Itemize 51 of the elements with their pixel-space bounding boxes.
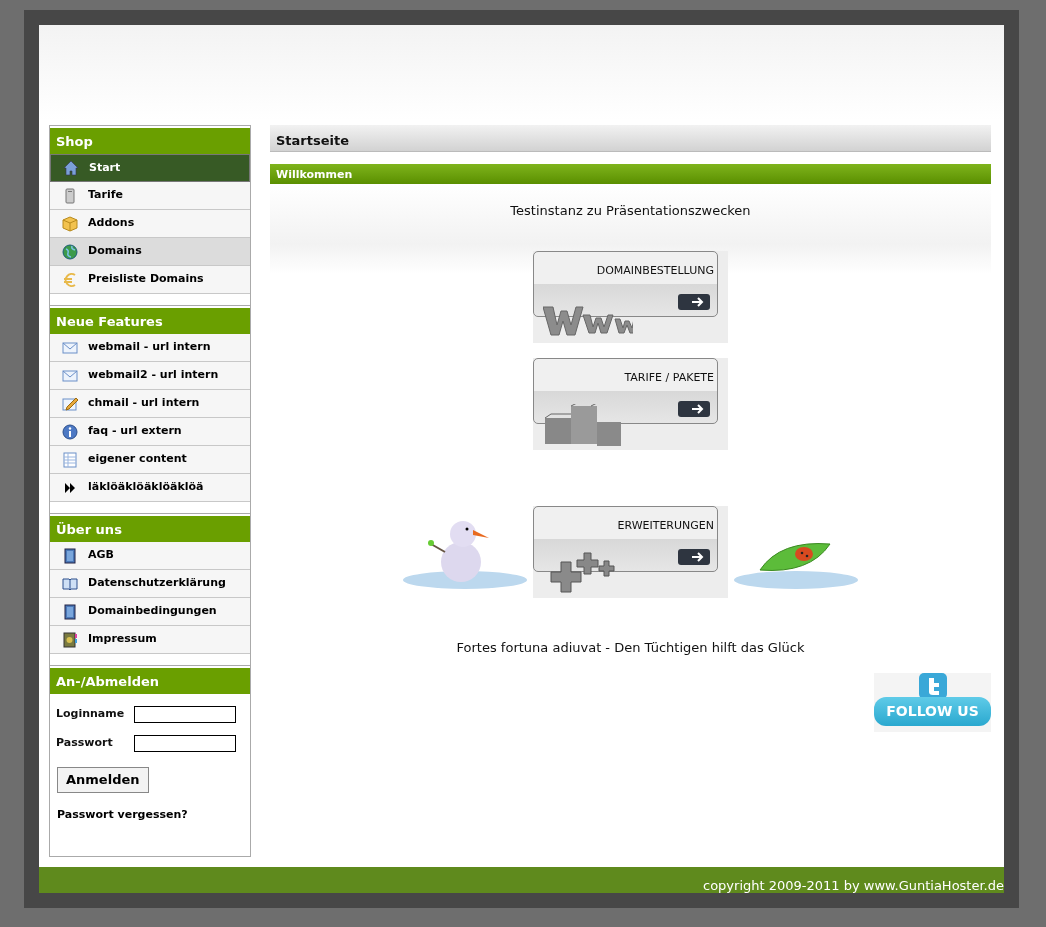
section-heading: An-/Abmelden xyxy=(50,666,250,694)
login-button[interactable]: Anmelden xyxy=(57,767,149,793)
menu-item[interactable]: Datenschutzerklärung xyxy=(50,570,250,598)
info-icon xyxy=(62,423,78,440)
menu-item[interactable]: Domains xyxy=(50,238,250,266)
home-icon xyxy=(63,160,79,176)
book-icon xyxy=(62,547,78,564)
field-label: Loginname xyxy=(56,706,126,723)
input-field[interactable] xyxy=(134,735,236,752)
menu-item[interactable]: Tarife xyxy=(50,182,250,210)
server-icon xyxy=(62,187,78,204)
banner-link[interactable]: ERWEITERUNGEN xyxy=(533,505,728,598)
menu-item[interactable]: Impressum xyxy=(50,626,250,654)
menu-item[interactable]: Addons xyxy=(50,210,250,238)
banner-link[interactable]: TARIFE / PAKETE xyxy=(533,357,728,450)
banner-label: TARIFE / PAKETE xyxy=(624,369,714,386)
banner-label: ERWEITERUNGEN xyxy=(617,517,714,534)
envelope-icon xyxy=(62,367,78,384)
menu-item[interactable]: eigener content xyxy=(50,446,250,474)
menu-item[interactable]: läklöäklöäklöäklöä xyxy=(50,474,250,502)
field-label: Passwort xyxy=(56,735,114,752)
envelope-icon xyxy=(62,339,78,356)
forgot-password-link[interactable]: Passwort vergessen? xyxy=(57,806,188,823)
menu-item[interactable]: chmail - url intern xyxy=(50,390,250,418)
menu-item[interactable]: Start xyxy=(50,154,250,182)
book-icon xyxy=(62,603,78,620)
address-book-icon xyxy=(62,631,78,648)
section-heading: Neue Features xyxy=(50,306,250,334)
input-field[interactable] xyxy=(134,706,236,723)
menu-item[interactable]: faq - url extern xyxy=(50,418,250,446)
euro-icon xyxy=(62,271,78,288)
menu-item[interactable]: webmail - url intern xyxy=(50,334,250,362)
section-heading: Shop xyxy=(50,126,250,154)
table-icon xyxy=(62,451,78,468)
menu-item[interactable]: AGB xyxy=(50,542,250,570)
edit-icon xyxy=(62,395,78,412)
menu-item[interactable]: Domainbedingungen xyxy=(50,598,250,626)
intro-text: Testinstanz zu Präsentationszwecken xyxy=(509,202,752,220)
menu-item[interactable]: Preisliste Domains xyxy=(50,266,250,294)
banner-link[interactable]: DOMAINBESTELLUNG xyxy=(533,250,728,343)
open-book-icon xyxy=(62,575,78,592)
panel-title: Willkommen xyxy=(270,164,991,184)
quote-text: Fortes fortuna adiuvat - Den Tüchtigen hilft das Glück xyxy=(455,638,806,657)
section-heading: Über uns xyxy=(50,514,250,542)
menu-item[interactable]: webmail2 - url intern xyxy=(50,362,250,390)
banner-label: DOMAINBESTELLUNG xyxy=(596,262,714,279)
copyright-text: copyright 2009-2011 by www.GuntiaHoster.de xyxy=(703,878,1004,893)
globe-icon xyxy=(62,243,78,260)
page-title: Startseite xyxy=(270,125,991,152)
bird-logo-icon xyxy=(917,673,948,699)
box-icon xyxy=(62,215,78,232)
